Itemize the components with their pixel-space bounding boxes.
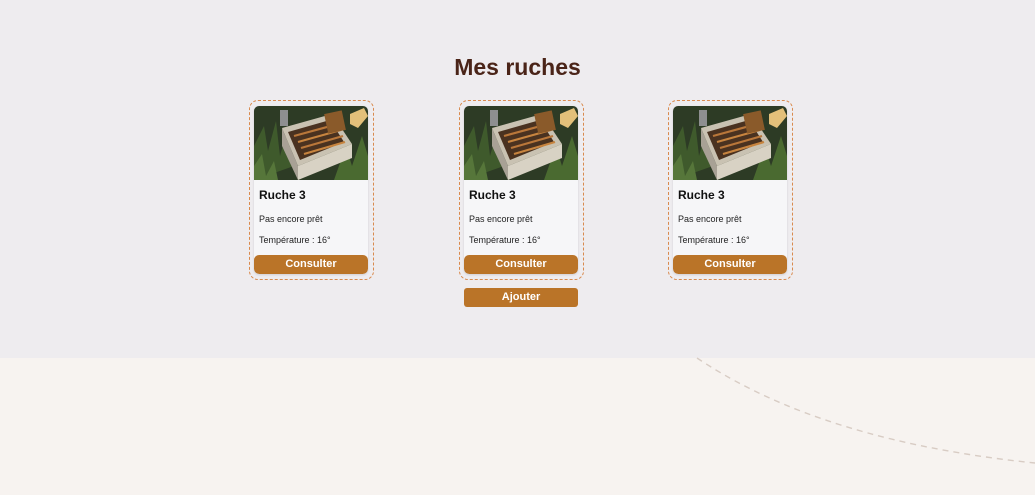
consult-button[interactable]: Consulter — [464, 255, 578, 274]
hive-status: Pas encore prêt — [469, 214, 533, 224]
hive-card: Ruche 3 Pas encore prêt Température : 16… — [668, 100, 793, 280]
add-hive-button[interactable]: Ajouter — [464, 288, 578, 307]
hive-card: Ruche 3 Pas encore prêt Température : 16… — [459, 100, 584, 280]
hive-photo — [673, 106, 787, 180]
hive-temperature: Température : 16° — [259, 235, 331, 245]
hive-name: Ruche 3 — [678, 188, 725, 202]
hive-status: Pas encore prêt — [678, 214, 742, 224]
hive-photo — [254, 106, 368, 180]
consult-button[interactable]: Consulter — [673, 255, 787, 274]
hive-card-body: Ruche 3 Pas encore prêt Température : 16… — [464, 106, 578, 274]
hive-temperature: Température : 16° — [678, 235, 750, 245]
hive-card-body: Ruche 3 Pas encore prêt Température : 16… — [254, 106, 368, 274]
hive-name: Ruche 3 — [259, 188, 306, 202]
hive-card-body: Ruche 3 Pas encore prêt Température : 16… — [673, 106, 787, 274]
hive-temperature: Température : 16° — [469, 235, 541, 245]
hive-name: Ruche 3 — [469, 188, 516, 202]
consult-button[interactable]: Consulter — [254, 255, 368, 274]
hive-photo — [464, 106, 578, 180]
page-title: Mes ruches — [454, 54, 581, 80]
hive-status: Pas encore prêt — [259, 214, 323, 224]
hive-card: Ruche 3 Pas encore prêt Température : 16… — [249, 100, 374, 280]
